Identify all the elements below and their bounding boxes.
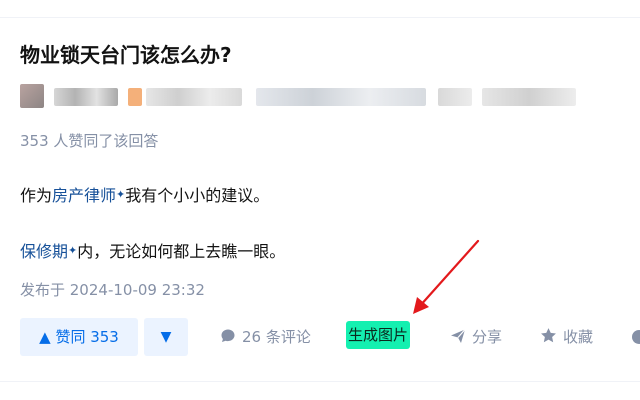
more-icon[interactable]: [632, 330, 640, 344]
vote-count-text: 353 人赞同了该回答: [20, 132, 159, 150]
paragraph-text: 作为: [20, 186, 53, 205]
answer-paragraph: 作为房产律师✦我有个小小的建议。: [20, 184, 269, 210]
favorite-button[interactable]: 收藏: [540, 318, 593, 356]
paper-plane-icon: [451, 328, 466, 343]
author-name-blurred[interactable]: [54, 88, 118, 106]
author-headline-blurred: [146, 88, 242, 106]
generate-image-button[interactable]: 生成图片: [346, 321, 411, 349]
comments-label: 26 条评论: [242, 328, 311, 346]
answer-card: 物业锁天台门该怎么办? 353 人赞同了该回答 作为房产律师✦我有个小小的建议。…: [20, 0, 640, 400]
share-label: 分享: [472, 328, 503, 346]
author-headline-blurred: [438, 88, 472, 106]
action-bar: ▲ 赞同 353 ▼ 26 条评论 生成图片 分享 收藏: [20, 318, 640, 356]
question-title[interactable]: 物业锁天台门该怎么办?: [20, 41, 232, 69]
author-headline-blurred: [482, 88, 576, 106]
downvote-button[interactable]: ▼: [144, 318, 188, 356]
keyword-link-real-estate-lawyer[interactable]: 房产律师: [52, 186, 116, 205]
bottom-divider: [0, 381, 640, 382]
author-headline-blurred: [256, 88, 426, 106]
favorite-label: 收藏: [563, 328, 594, 346]
avatar[interactable]: [20, 84, 44, 108]
upvote-button[interactable]: ▲ 赞同 353: [20, 318, 138, 356]
spark-icon: ✦: [68, 244, 78, 257]
author-badge-blurred: [128, 88, 142, 106]
spark-icon: ✦: [116, 188, 126, 201]
star-icon: [541, 328, 556, 343]
answer-paragraph: 保修期✦内，无论如何都上去瞧一眼。: [20, 240, 285, 266]
paragraph-text: 我有个小小的建议。: [125, 186, 270, 205]
author-info-blurred: [20, 84, 580, 108]
paragraph-text: 内，无论如何都上去瞧一眼。: [77, 242, 286, 261]
keyword-link-warranty-period[interactable]: 保修期: [20, 242, 68, 261]
share-button[interactable]: 分享: [450, 318, 502, 356]
publish-date[interactable]: 发布于 2024-10-09 23:32: [20, 279, 205, 301]
comments-button[interactable]: 26 条评论: [220, 318, 311, 356]
speech-bubble-icon: [221, 329, 235, 342]
